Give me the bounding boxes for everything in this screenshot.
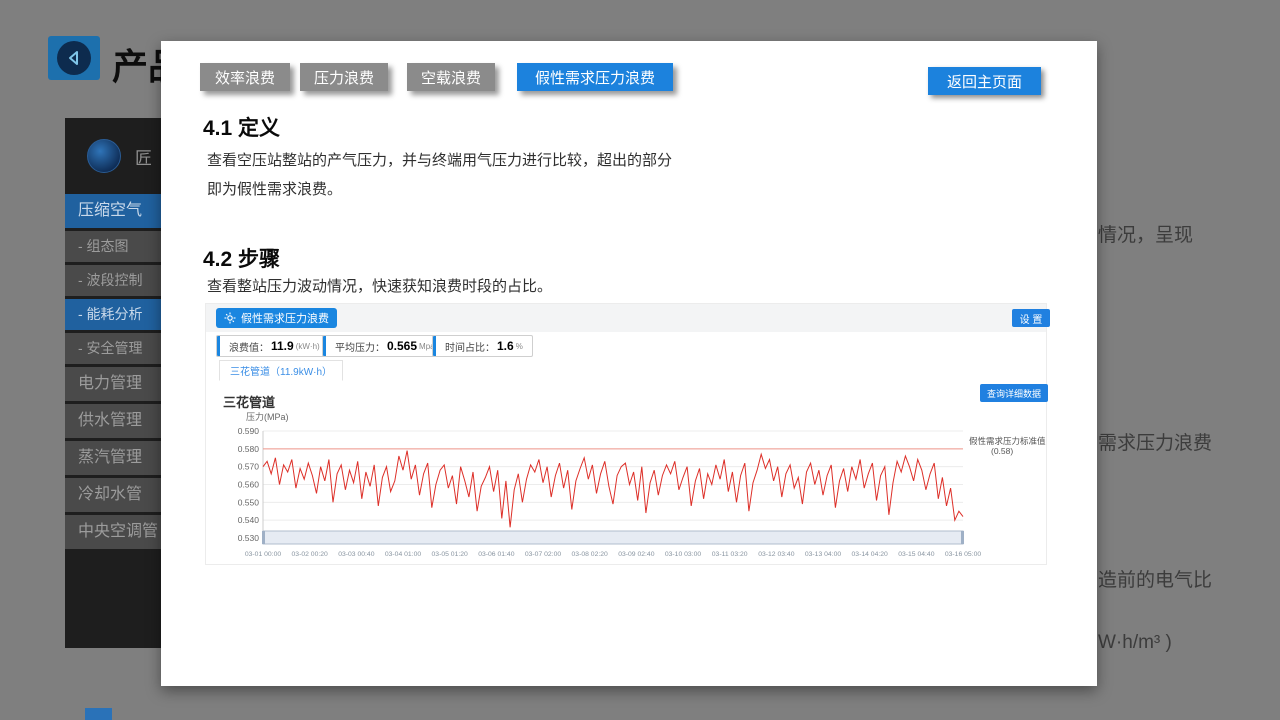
sidebar-item[interactable]: 电力管理 (65, 367, 161, 401)
clipped-background-text: W·h/m³ ) (1098, 632, 1172, 654)
sidebar-item[interactable]: 中央空调管 (65, 515, 161, 549)
sidebar-item[interactable]: - 能耗分析 (65, 299, 161, 330)
svg-text:0.560: 0.560 (238, 480, 260, 490)
stat-accent-bar (323, 336, 326, 356)
stat-label: 浪费值： (229, 339, 269, 354)
svg-text:03-12 03:40: 03-12 03:40 (758, 551, 795, 558)
stat-unit: (kW·h) (296, 342, 320, 351)
sidebar-item[interactable]: 蒸汽管理 (65, 441, 161, 475)
svg-text:03-01 00:00: 03-01 00:00 (245, 551, 282, 558)
back-arrow-icon (57, 41, 91, 75)
svg-text:0.570: 0.570 (238, 462, 260, 472)
svg-text:03-09 02:40: 03-09 02:40 (618, 551, 655, 558)
svg-text:03-10 03:00: 03-10 03:00 (665, 551, 702, 558)
clipped-background-text: 造前的电气比 (1098, 565, 1212, 592)
stat-accent-bar (433, 336, 436, 356)
waste-tab-button[interactable]: 压力浪费 (300, 63, 388, 91)
clipped-background-text: 情况，呈现 (1098, 220, 1193, 247)
svg-text:03-02 00:20: 03-02 00:20 (292, 551, 329, 558)
sidebar-items: 压缩空气- 组态图- 波段控制- 能耗分析- 安全管理电力管理供水管理蒸汽管理冷… (65, 194, 161, 549)
svg-text:0.580: 0.580 (238, 444, 260, 454)
sidebar-logo-row: 匠 (65, 118, 161, 194)
query-detail-button[interactable]: 查询详细数据 (980, 384, 1048, 402)
svg-text:0.550: 0.550 (238, 497, 260, 507)
svg-text:03-06 01:40: 03-06 01:40 (478, 551, 515, 558)
stat-label: 平均压力： (335, 339, 385, 354)
embedded-screenshot: 假性需求压力浪费 设 置 浪费值：11.9(kW·h)平均压力：0.565Mpa… (205, 303, 1047, 565)
svg-text:假性需求压力标准值: 假性需求压力标准值 (969, 436, 1046, 446)
gear-spark-icon (224, 312, 236, 324)
stat-label: 时间占比： (445, 339, 495, 354)
svg-text:03-13 04:00: 03-13 04:00 (805, 551, 842, 558)
clipped-background-text: 需求压力浪费 (1098, 428, 1212, 455)
svg-text:0.530: 0.530 (238, 533, 260, 543)
waste-badge: 假性需求压力浪费 (216, 308, 337, 328)
help-modal: 效率浪费压力浪费空载浪费假性需求压力浪费 返回主页面 4.1 定义 查看空压站整… (161, 41, 1097, 686)
pressure-line-chart: 压力(MPa) 0.590 0.580 0.570 0.560 0.550 0.540 0.5… (206, 404, 1048, 564)
sidebar-item[interactable]: 供水管理 (65, 404, 161, 438)
svg-text:03-08 02:20: 03-08 02:20 (572, 551, 609, 558)
stat-value: 1.6 (497, 339, 514, 353)
sidebar: 匠 压缩空气- 组态图- 波段控制- 能耗分析- 安全管理电力管理供水管理蒸汽管… (65, 118, 161, 648)
section-4-2-line1: 查看整站压力波动情况，快速获知浪费时段的占比。 (207, 275, 552, 296)
sidebar-item[interactable]: - 波段控制 (65, 265, 161, 296)
svg-text:03-15 04:40: 03-15 04:40 (898, 551, 935, 558)
svg-text:03-05 01:20: 03-05 01:20 (432, 551, 469, 558)
stat-box: 时间占比：1.6% (432, 335, 533, 357)
svg-text:03-11 03:20: 03-11 03:20 (712, 551, 748, 558)
section-4-1-heading: 4.1 定义 (203, 112, 280, 142)
stat-value: 11.9 (271, 339, 294, 353)
svg-text:03-16 05:00: 03-16 05:00 (945, 551, 982, 558)
back-badge[interactable] (48, 36, 100, 80)
waste-tab-button[interactable]: 空载浪费 (407, 63, 495, 91)
svg-text:0.590: 0.590 (238, 426, 260, 436)
svg-text:0.540: 0.540 (238, 515, 260, 525)
svg-text:压力(MPa): 压力(MPa) (246, 411, 289, 422)
svg-text:03-14 04:20: 03-14 04:20 (852, 551, 889, 558)
sidebar-item[interactable]: 冷却水管 (65, 478, 161, 512)
background-bottom-button (85, 708, 112, 720)
waste-tab-button[interactable]: 假性需求压力浪费 (517, 63, 673, 91)
stat-accent-bar (217, 336, 220, 356)
svg-text:(0.58): (0.58) (991, 446, 1013, 456)
sidebar-item[interactable]: - 组态图 (65, 231, 161, 262)
sidebar-item[interactable]: 压缩空气 (65, 194, 161, 228)
section-4-1-line1: 查看空压站整站的产气压力，并与终端用气压力进行比较，超出的部分 (207, 149, 672, 170)
stat-box: 浪费值：11.9(kW·h) (216, 335, 330, 357)
svg-text:03-03 00:40: 03-03 00:40 (338, 551, 375, 558)
sidebar-item[interactable]: - 安全管理 (65, 333, 161, 364)
return-main-button[interactable]: 返回主页面 (928, 67, 1041, 95)
waste-badge-label: 假性需求压力浪费 (241, 310, 329, 326)
settings-button[interactable]: 设 置 (1012, 309, 1050, 327)
stat-unit: % (516, 342, 523, 351)
pipe-tab[interactable]: 三花管道（11.9kW·h） (219, 360, 343, 381)
waste-tab-button[interactable]: 效率浪费 (200, 63, 290, 91)
app-logo-icon (87, 139, 121, 173)
svg-text:03-07 02:00: 03-07 02:00 (525, 551, 562, 558)
stat-value: 0.565 (387, 339, 417, 353)
section-4-1-line2: 即为假性需求浪费。 (207, 178, 342, 199)
app-logo-text: 匠 (135, 144, 152, 169)
svg-text:03-04 01:00: 03-04 01:00 (385, 551, 422, 558)
section-4-2-heading: 4.2 步骤 (203, 243, 280, 273)
stat-box: 平均压力：0.565Mpa (322, 335, 445, 357)
